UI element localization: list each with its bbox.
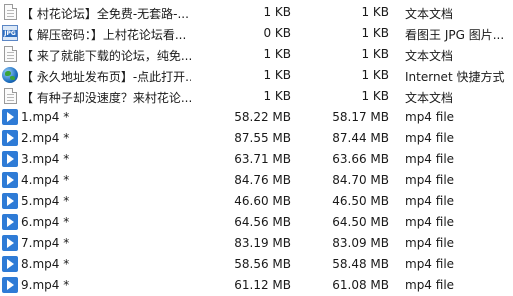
file-name: 1.mp4 * — [21, 110, 70, 124]
file-type: Internet 快捷方式 — [405, 70, 505, 84]
file-size: 64.50 MB — [332, 215, 389, 229]
file-name: 【 永久地址发布页】-点此打开... — [21, 70, 191, 84]
file-size: 63.66 MB — [332, 152, 389, 166]
file-name: 3.mp4 * — [21, 152, 70, 166]
mp4-video-icon — [2, 109, 18, 125]
file-packed-size: 61.12 MB — [234, 278, 291, 292]
file-row[interactable]: 【 来了就能下载的论坛，纯免... 1 KB 1 KB 文本文档 — [0, 44, 513, 65]
text-document-icon — [4, 4, 17, 20]
file-row[interactable]: 4.mp4 * 84.76 MB 84.70 MB mp4 file — [0, 170, 513, 191]
file-size: 1 KB — [361, 68, 389, 82]
file-packed-size: 1 KB — [263, 47, 291, 61]
file-row[interactable]: 【 永久地址发布页】-点此打开... 1 KB 1 KB Internet 快捷… — [0, 65, 513, 86]
file-size: 61.08 MB — [332, 278, 389, 292]
file-packed-size: 64.56 MB — [234, 215, 291, 229]
file-name: 4.mp4 * — [21, 173, 70, 187]
file-row[interactable]: 【 村花论坛】全免费-无套路-... 1 KB 1 KB 文本文档 — [0, 2, 513, 23]
file-size: 1 KB — [361, 5, 389, 19]
file-name: 2.mp4 * — [21, 131, 70, 145]
file-type: 文本文档 — [405, 7, 454, 21]
file-type: mp4 file — [405, 236, 455, 250]
file-name: 9.mp4 * — [21, 278, 70, 292]
file-size: 84.70 MB — [332, 173, 389, 187]
file-size: 58.48 MB — [332, 257, 389, 271]
file-type: mp4 file — [405, 257, 455, 271]
file-row[interactable]: 3.mp4 * 63.71 MB 63.66 MB mp4 file — [0, 149, 513, 170]
file-type: mp4 file — [405, 215, 455, 229]
file-packed-size: 58.56 MB — [234, 257, 291, 271]
text-document-icon — [4, 88, 17, 104]
mp4-video-icon — [2, 256, 18, 272]
file-size: 87.44 MB — [332, 131, 389, 145]
mp4-video-icon — [2, 277, 18, 293]
file-row[interactable]: 6.mp4 * 64.56 MB 64.50 MB mp4 file — [0, 212, 513, 233]
file-size: 1 KB — [361, 26, 389, 40]
file-name: 【 有种子却没速度？来村花论... — [21, 91, 191, 105]
file-packed-size: 58.22 MB — [234, 110, 291, 124]
mp4-video-icon — [2, 193, 18, 209]
file-name: 5.mp4 * — [21, 194, 70, 208]
file-row[interactable]: 【 有种子却没速度？来村花论... 1 KB 1 KB 文本文档 — [0, 86, 513, 107]
file-row[interactable]: JPG 【 解压密码：】上村花论坛看... 0 KB 1 KB 看图王 JPG … — [0, 23, 513, 44]
file-name: 【 解压密码：】上村花论坛看... — [21, 28, 187, 42]
mp4-video-icon — [2, 172, 18, 188]
file-size: 1 KB — [361, 89, 389, 103]
file-type: mp4 file — [405, 278, 455, 292]
file-name: 【 村花论坛】全免费-无套路-... — [21, 7, 189, 21]
file-packed-size: 87.55 MB — [234, 131, 291, 145]
file-row[interactable]: 2.mp4 * 87.55 MB 87.44 MB mp4 file — [0, 128, 513, 149]
file-packed-size: 1 KB — [263, 68, 291, 82]
file-row[interactable]: 5.mp4 * 46.60 MB 46.50 MB mp4 file — [0, 191, 513, 212]
internet-shortcut-icon — [2, 67, 18, 83]
file-size: 46.50 MB — [332, 194, 389, 208]
file-row[interactable]: 9.mp4 * 61.12 MB 61.08 MB mp4 file — [0, 275, 513, 296]
file-packed-size: 83.19 MB — [234, 236, 291, 250]
file-name: 7.mp4 * — [21, 236, 70, 250]
file-packed-size: 1 KB — [263, 89, 291, 103]
mp4-video-icon — [2, 235, 18, 251]
file-type: 文本文档 — [405, 49, 454, 63]
file-size: 58.17 MB — [332, 110, 389, 124]
file-packed-size: 46.60 MB — [234, 194, 291, 208]
file-row[interactable]: 1.mp4 * 58.22 MB 58.17 MB mp4 file — [0, 107, 513, 128]
file-size: 83.09 MB — [332, 236, 389, 250]
file-name: 【 来了就能下载的论坛，纯免... — [21, 49, 191, 63]
text-document-icon — [4, 46, 17, 62]
file-type: mp4 file — [405, 131, 455, 145]
file-row[interactable]: 7.mp4 * 83.19 MB 83.09 MB mp4 file — [0, 233, 513, 254]
mp4-video-icon — [2, 151, 18, 167]
mp4-video-icon — [2, 214, 18, 230]
file-type: mp4 file — [405, 194, 455, 208]
file-packed-size: 0 KB — [263, 26, 291, 40]
file-type: 看图王 JPG 图片... — [405, 28, 505, 42]
file-type: mp4 file — [405, 173, 455, 187]
file-type: mp4 file — [405, 110, 455, 124]
file-packed-size: 63.71 MB — [234, 152, 291, 166]
mp4-video-icon — [2, 130, 18, 146]
file-type: 文本文档 — [405, 91, 454, 105]
file-name: 8.mp4 * — [21, 257, 70, 271]
jpg-image-icon: JPG — [2, 25, 18, 41]
file-size: 1 KB — [361, 47, 389, 61]
file-packed-size: 1 KB — [263, 5, 291, 19]
archive-file-list: 【 村花论坛】全免费-无套路-... 1 KB 1 KB 文本文档 JPG 【 … — [0, 0, 513, 294]
file-packed-size: 84.76 MB — [234, 173, 291, 187]
file-type: mp4 file — [405, 152, 455, 166]
file-row[interactable]: 8.mp4 * 58.56 MB 58.48 MB mp4 file — [0, 254, 513, 275]
file-name: 6.mp4 * — [21, 215, 70, 229]
